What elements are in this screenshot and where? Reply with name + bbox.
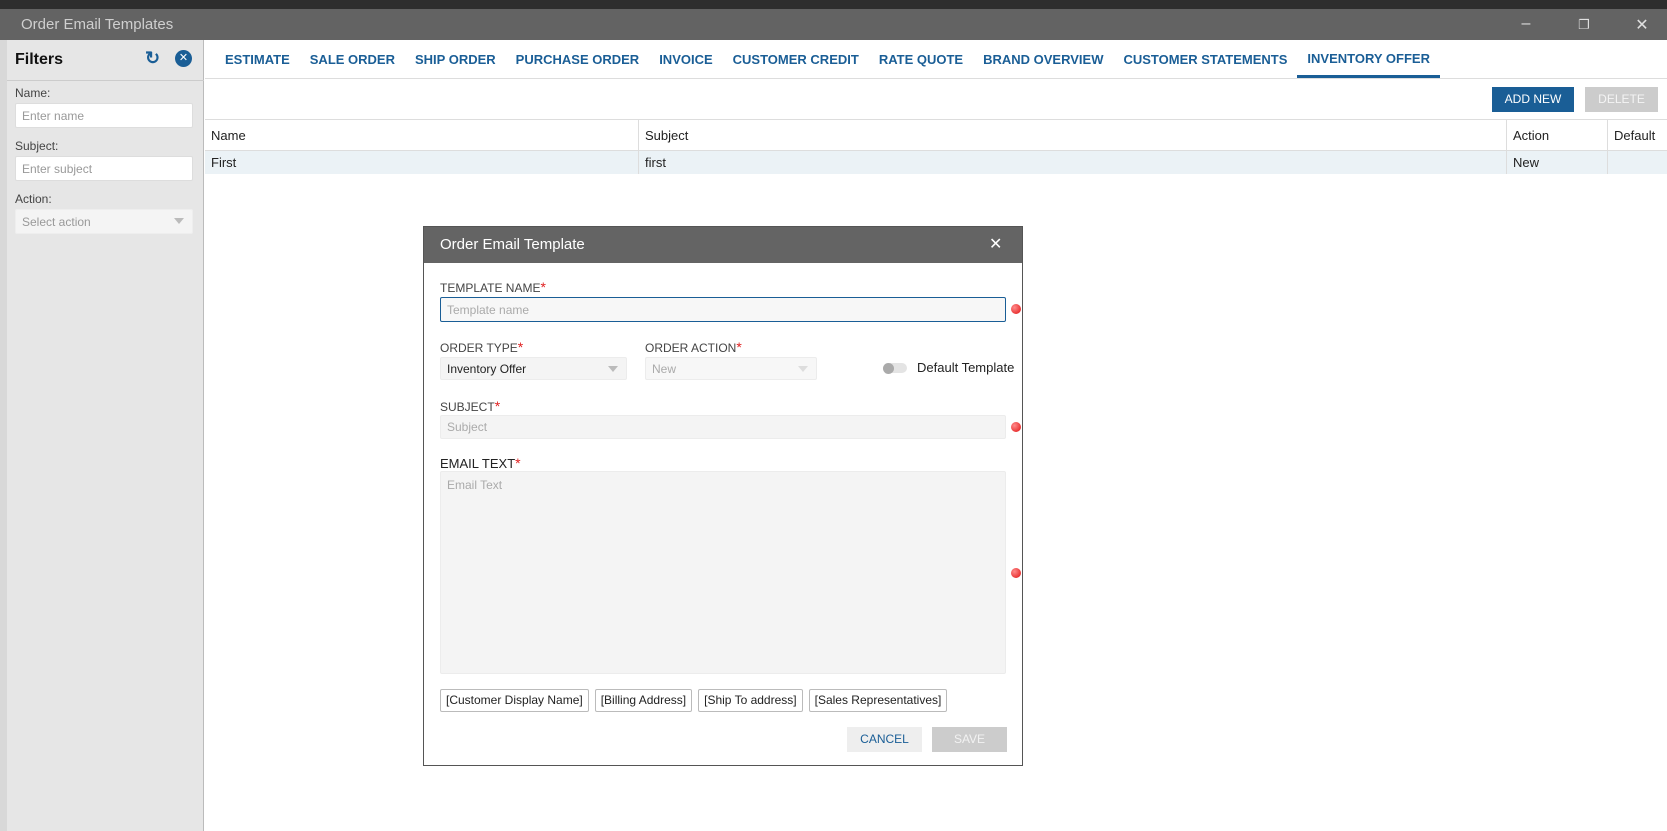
tab-invoice[interactable]: INVOICE (649, 40, 722, 78)
chevron-down-icon (608, 366, 618, 372)
column-header-name[interactable]: Name (205, 120, 638, 150)
required-mark: * (494, 398, 501, 414)
clear-filters-icon[interactable]: ✕ (175, 50, 192, 67)
add-new-button[interactable]: ADD NEW (1492, 87, 1574, 112)
cell-default (1607, 151, 1667, 174)
divider (7, 80, 204, 81)
subject-label-text: SUBJECT (440, 400, 495, 414)
insert-billing-address-button[interactable]: [Billing Address] (594, 689, 693, 712)
subject-filter-input[interactable]: Enter subject (15, 156, 193, 181)
chevron-down-icon (174, 218, 184, 224)
tab-rate-quote[interactable]: RATE QUOTE (869, 40, 973, 78)
cell-subject: first (638, 151, 1506, 174)
order-action-label-text: ORDER ACTION (645, 341, 737, 355)
table-header: Name Subject Action Default (205, 119, 1667, 151)
filters-sidebar: Filters ↻ ✕ Name: Enter name Subject: En… (0, 40, 204, 831)
required-mark: * (540, 279, 546, 295)
action-select-placeholder: Select action (22, 215, 91, 229)
insert-customer-display-name-button[interactable]: [Customer Display Name] (440, 689, 589, 712)
order-type-value: Inventory Offer (447, 361, 527, 376)
default-template-label: Default Template (917, 360, 1015, 375)
order-email-template-dialog: Order Email Template ✕ TEMPLATE NAME* Te… (423, 226, 1023, 766)
required-mark: * (517, 339, 524, 355)
tab-inventory-offer[interactable]: INVENTORY OFFER (1297, 40, 1440, 78)
order-action-value: New (652, 361, 677, 376)
subject-input[interactable]: Subject (440, 415, 1006, 439)
column-header-action[interactable]: Action (1506, 120, 1607, 150)
required-indicator-icon (1011, 568, 1021, 578)
toggle-knob (883, 362, 894, 374)
subject-label: SUBJECT* (440, 398, 500, 414)
tab-ship-order[interactable]: SHIP ORDER (405, 40, 506, 78)
name-label: Name: (15, 86, 51, 100)
os-taskbar-strip (0, 0, 1667, 9)
action-label: Action: (15, 192, 52, 206)
save-button[interactable]: SAVE (932, 727, 1007, 752)
column-header-default[interactable]: Default (1607, 120, 1667, 150)
tab-customer-credit[interactable]: CUSTOMER CREDIT (723, 40, 869, 78)
required-indicator-icon (1011, 422, 1021, 432)
dialog-title: Order Email Template (440, 236, 585, 253)
tab-sale-order[interactable]: SALE ORDER (300, 40, 405, 78)
placeholder-chips: [Customer Display Name] [Billing Address… (440, 689, 948, 712)
email-text-label: EMAIL TEXT* (440, 455, 521, 471)
sidebar-edge (0, 40, 7, 831)
window-titlebar: Order Email Templates – ❐ ✕ (0, 9, 1667, 40)
required-indicator-icon (1011, 304, 1021, 314)
action-filter-select[interactable]: Select action (15, 209, 193, 234)
close-icon[interactable]: ✕ (1627, 15, 1657, 35)
required-mark: * (736, 339, 742, 355)
subject-label: Subject: (15, 139, 59, 153)
refresh-icon[interactable]: ↻ (145, 48, 160, 69)
tab-estimate[interactable]: ESTIMATE (215, 40, 300, 78)
order-action-label: ORDER ACTION* (645, 339, 742, 355)
template-name-label-text: TEMPLATE NAME (440, 281, 541, 295)
cell-action: New (1506, 151, 1607, 174)
table-row[interactable]: First first New (205, 151, 1667, 174)
required-mark: * (515, 455, 521, 471)
insert-sales-representatives-button[interactable]: [Sales Representatives] (808, 689, 948, 712)
close-icon[interactable]: ✕ (989, 234, 1002, 254)
tab-purchase-order[interactable]: PURCHASE ORDER (506, 40, 650, 78)
name-filter-input[interactable]: Enter name (15, 103, 193, 128)
cell-name: First (211, 155, 237, 170)
insert-ship-to-address-button[interactable]: [Ship To address] (698, 689, 803, 712)
order-type-label: ORDER TYPE* (440, 339, 523, 355)
delete-button[interactable]: DELETE (1585, 87, 1658, 112)
cancel-button[interactable]: CANCEL (847, 727, 922, 752)
window-title: Order Email Templates (21, 16, 174, 33)
chevron-down-icon (798, 366, 808, 372)
default-template-toggle[interactable] (883, 362, 907, 374)
order-type-label-text: ORDER TYPE (440, 341, 518, 355)
email-text-label-text: EMAIL TEXT (440, 456, 516, 471)
minimize-icon[interactable]: – (1511, 15, 1541, 33)
order-action-select[interactable]: New (645, 357, 817, 380)
tab-brand-overview[interactable]: BRAND OVERVIEW (973, 40, 1113, 78)
filters-title: Filters (15, 51, 64, 68)
order-type-select[interactable]: Inventory Offer (440, 357, 627, 380)
tab-customer-statements[interactable]: CUSTOMER STATEMENTS (1113, 40, 1297, 78)
column-header-subject[interactable]: Subject (638, 120, 1506, 150)
order-type-tabs: ESTIMATE SALE ORDER SHIP ORDER PURCHASE … (205, 40, 1667, 79)
dialog-header: Order Email Template ✕ (424, 227, 1022, 263)
email-text-textarea[interactable]: Email Text (440, 471, 1006, 674)
template-name-input[interactable]: Template name (440, 297, 1006, 322)
restore-icon[interactable]: ❐ (1569, 17, 1599, 33)
template-name-label: TEMPLATE NAME* (440, 279, 546, 295)
